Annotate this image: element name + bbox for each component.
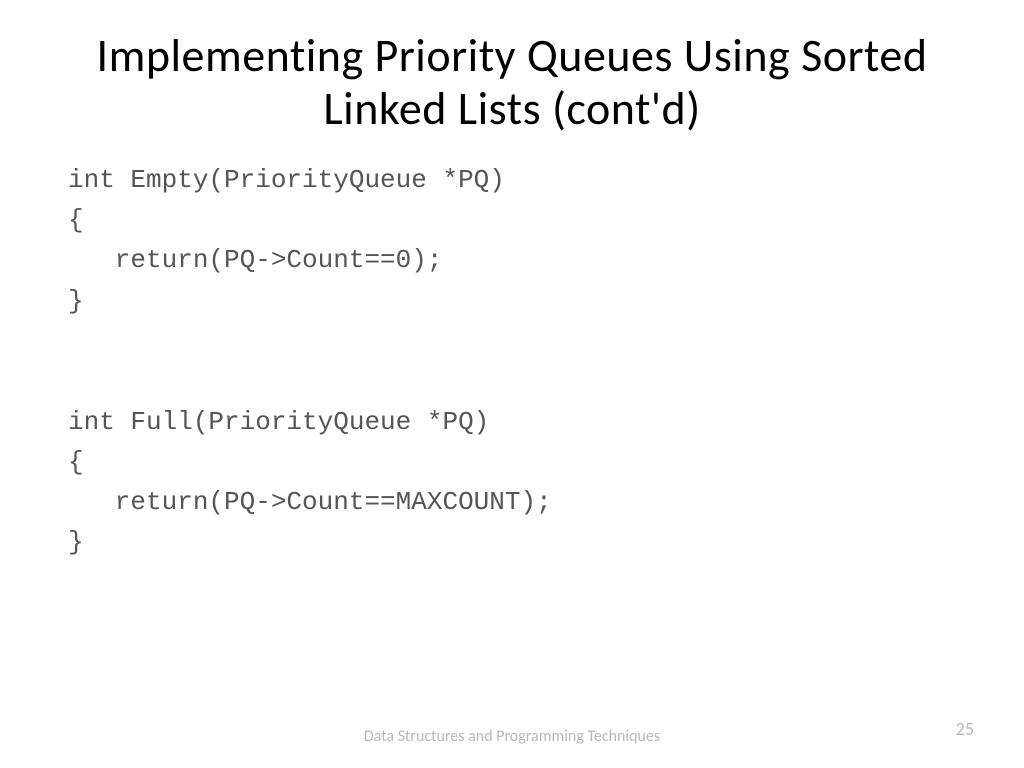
slide-container: Implementing Priority Queues Using Sorte… [0, 0, 1024, 768]
page-number: 25 [956, 718, 974, 740]
footer-text: Data Structures and Programming Techniqu… [364, 727, 660, 748]
slide-footer: Data Structures and Programming Techniqu… [0, 727, 1024, 748]
code-snippet: int Empty(PriorityQueue *PQ) { return(PQ… [68, 160, 964, 563]
slide-content: int Empty(PriorityQueue *PQ) { return(PQ… [60, 160, 964, 768]
slide-title: Implementing Priority Queues Using Sorte… [60, 30, 964, 136]
